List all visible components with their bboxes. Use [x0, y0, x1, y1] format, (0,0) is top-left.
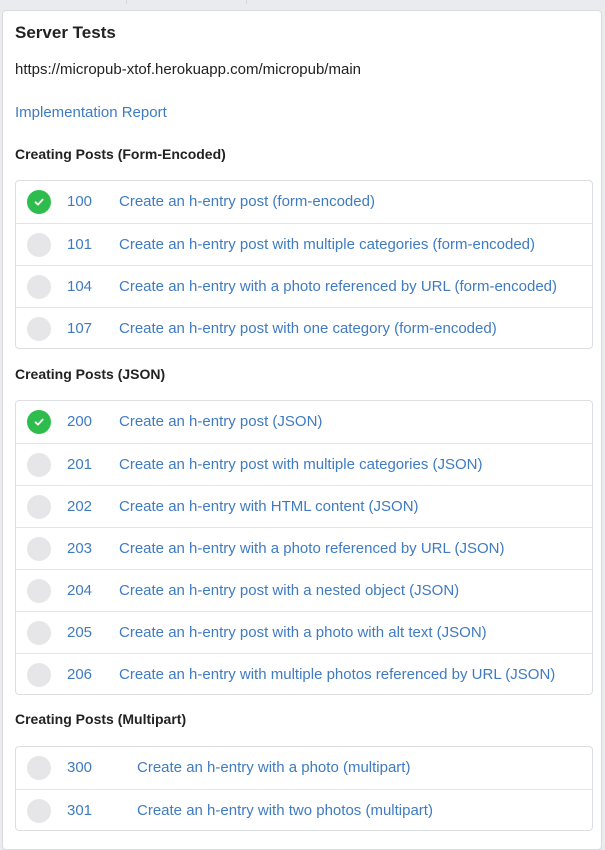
section-heading-multipart: Creating Posts (Multipart) — [15, 711, 187, 727]
test-row[interactable]: 206 Create an h-entry with multiple phot… — [16, 653, 592, 695]
test-row[interactable]: 107 Create an h-entry post with one cate… — [16, 307, 592, 349]
test-row[interactable]: 301 Create an h-entry with two photos (m… — [16, 789, 592, 831]
pending-circle-icon — [27, 495, 51, 519]
pending-circle-icon — [27, 579, 51, 603]
test-name-link[interactable]: Create an h-entry with HTML content (JSO… — [119, 498, 419, 515]
browser-top-strip — [0, 0, 605, 7]
test-row[interactable]: 202 Create an h-entry with HTML content … — [16, 485, 592, 527]
test-group-multipart: 300 Create an h-entry with a photo (mult… — [15, 746, 593, 831]
test-number[interactable]: 206 — [67, 666, 92, 683]
test-row[interactable]: 200 Create an h-entry post (JSON) — [16, 401, 592, 443]
test-row[interactable]: 300 Create an h-entry with a photo (mult… — [16, 747, 592, 789]
test-name-link[interactable]: Create an h-entry with two photos (multi… — [137, 802, 433, 819]
server-tests-panel: Server Tests https://micropub-xtof.herok… — [2, 10, 602, 850]
test-name-link[interactable]: Create an h-entry post (form-encoded) — [119, 193, 375, 210]
test-number[interactable]: 107 — [67, 320, 92, 337]
test-group-json: 200 Create an h-entry post (JSON) 201 Cr… — [15, 400, 593, 695]
test-number[interactable]: 204 — [67, 582, 92, 599]
pending-circle-icon — [27, 756, 51, 780]
test-row[interactable]: 101 Create an h-entry post with multiple… — [16, 223, 592, 265]
test-number[interactable]: 205 — [67, 624, 92, 641]
test-name-link[interactable]: Create an h-entry post with a nested obj… — [119, 582, 459, 599]
implementation-report-link[interactable]: Implementation Report — [15, 104, 167, 121]
test-number[interactable]: 202 — [67, 498, 92, 515]
test-name-link[interactable]: Create an h-entry post (JSON) — [119, 413, 322, 430]
test-name-link[interactable]: Create an h-entry with multiple photos r… — [119, 666, 555, 683]
pending-circle-icon — [27, 663, 51, 687]
check-icon — [27, 190, 51, 214]
test-row[interactable]: 100 Create an h-entry post (form-encoded… — [16, 181, 592, 223]
test-name-link[interactable]: Create an h-entry post with multiple cat… — [119, 456, 482, 473]
test-name-link[interactable]: Create an h-entry with a photo (multipar… — [137, 759, 410, 776]
pending-circle-icon — [27, 537, 51, 561]
test-row[interactable]: 104 Create an h-entry with a photo refer… — [16, 265, 592, 307]
test-number[interactable]: 301 — [67, 802, 92, 819]
endpoint-url: https://micropub-xtof.herokuapp.com/micr… — [15, 61, 361, 78]
test-name-link[interactable]: Create an h-entry post with one category… — [119, 320, 497, 337]
test-row[interactable]: 201 Create an h-entry post with multiple… — [16, 443, 592, 485]
test-group-form-encoded: 100 Create an h-entry post (form-encoded… — [15, 180, 593, 349]
pending-circle-icon — [27, 799, 51, 823]
pending-circle-icon — [27, 621, 51, 645]
tab-divider — [0, 0, 127, 4]
test-name-link[interactable]: Create an h-entry with a photo reference… — [119, 278, 557, 295]
test-name-link[interactable]: Create an h-entry post with a photo with… — [119, 624, 487, 641]
check-icon — [27, 410, 51, 434]
test-number[interactable]: 203 — [67, 540, 92, 557]
test-number[interactable]: 201 — [67, 456, 92, 473]
test-row[interactable]: 204 Create an h-entry post with a nested… — [16, 569, 592, 611]
pending-circle-icon — [27, 233, 51, 257]
page-title: Server Tests — [15, 23, 116, 42]
test-number[interactable]: 200 — [67, 413, 92, 430]
test-number[interactable]: 100 — [67, 193, 92, 210]
test-number[interactable]: 104 — [67, 278, 92, 295]
test-row[interactable]: 205 Create an h-entry post with a photo … — [16, 611, 592, 653]
pending-circle-icon — [27, 317, 51, 341]
test-row[interactable]: 203 Create an h-entry with a photo refer… — [16, 527, 592, 569]
section-heading-form-encoded: Creating Posts (Form-Encoded) — [15, 146, 226, 162]
test-number[interactable]: 101 — [67, 236, 92, 253]
test-name-link[interactable]: Create an h-entry post with multiple cat… — [119, 236, 535, 253]
section-heading-json: Creating Posts (JSON) — [15, 366, 166, 382]
pending-circle-icon — [27, 275, 51, 299]
test-number[interactable]: 300 — [67, 759, 92, 776]
pending-circle-icon — [27, 453, 51, 477]
test-name-link[interactable]: Create an h-entry with a photo reference… — [119, 540, 504, 557]
tab-divider — [127, 0, 247, 4]
